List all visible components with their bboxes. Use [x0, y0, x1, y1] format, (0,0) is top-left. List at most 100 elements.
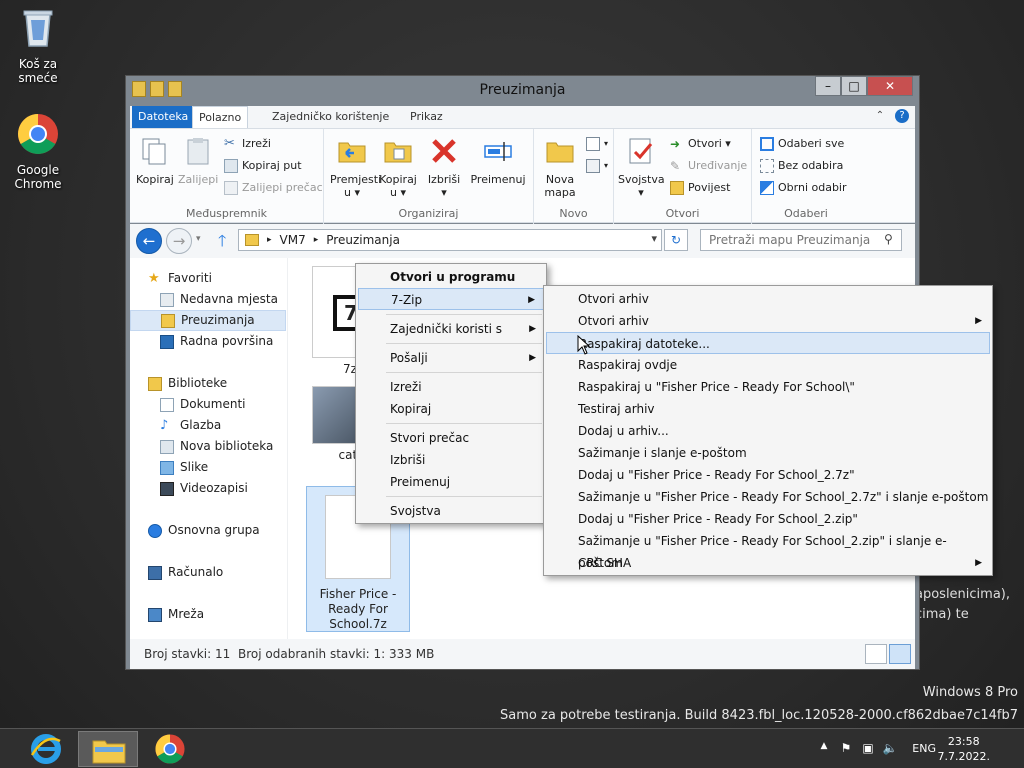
sidebar-item-homegroup[interactable]: Osnovna grupa — [130, 520, 286, 541]
recent-locations-dropdown[interactable]: ▾ — [196, 234, 201, 244]
select-all-button[interactable]: Odaberi sve — [760, 135, 844, 153]
move-to-button[interactable]: Premjesti u ▾ — [330, 135, 381, 199]
history-button[interactable]: Povijest — [670, 179, 730, 197]
menu-item-rename[interactable]: Preimenuj — [358, 471, 544, 493]
details-view-icon[interactable] — [865, 644, 887, 664]
paste-button[interactable]: Zalijepi — [178, 135, 218, 186]
menu-item-create-shortcut[interactable]: Stvori prečac — [358, 427, 544, 449]
breadcrumb-vm7[interactable]: VM7 — [280, 233, 306, 247]
easy-access-button[interactable]: ▾ — [586, 157, 608, 175]
volume-muted-icon[interactable]: 🔈 — [882, 741, 898, 757]
submenu-item-extract-here[interactable]: Raspakiraj ovdje — [546, 354, 990, 376]
submenu-item-open-archive-sub[interactable]: Otvori arhiv ▶ — [546, 310, 990, 332]
sidebar-item-downloads[interactable]: Preuzimanja — [130, 310, 286, 331]
submenu-item-crc-sha[interactable]: CRC SHA ▶ — [546, 552, 990, 574]
cut-button[interactable]: ✂ Izreži — [224, 135, 271, 153]
properties-button[interactable]: Svojstva ▾ — [618, 135, 665, 199]
network-status-icon[interactable]: ▣ — [860, 741, 876, 757]
group-label: Novo — [559, 207, 588, 220]
search-icon[interactable]: ⚲ — [884, 232, 893, 246]
close-button[interactable]: ✕ — [867, 76, 913, 96]
sidebar-item-libraries[interactable]: Biblioteke — [130, 373, 286, 394]
chevron-right-icon: ▶ — [529, 353, 536, 363]
tab-file[interactable]: Datoteka — [132, 106, 195, 128]
edit-button[interactable]: ✎ Uređivanje — [670, 157, 747, 175]
invert-selection-button[interactable]: Obrni odabir — [760, 179, 847, 197]
menu-item-share-with[interactable]: Zajednički koristi s ▶ — [358, 318, 544, 340]
submenu-item-add-to-7z[interactable]: Dodaj u "Fisher Price - Ready For School… — [546, 464, 990, 486]
taskbar-file-explorer[interactable] — [78, 731, 138, 767]
menu-item-open-with[interactable]: Otvori u programu — [358, 266, 544, 288]
chevron-down-icon[interactable]: ▾ — [651, 232, 657, 245]
language-indicator[interactable]: ENG — [912, 742, 936, 755]
delete-button[interactable]: Izbriši ▾ — [426, 135, 462, 199]
submenu-item-compress-email[interactable]: Sažimanje i slanje e-poštom — [546, 442, 990, 464]
taskbar-internet-explorer[interactable] — [16, 731, 76, 767]
copy-button[interactable]: Kopiraj — [136, 135, 174, 186]
menu-item-properties[interactable]: Svojstva — [358, 500, 544, 522]
forward-button[interactable]: → — [166, 228, 192, 254]
submenu-item-add-to-zip[interactable]: Dodaj u "Fisher Price - Ready For School… — [546, 508, 990, 530]
chevron-up-icon[interactable]: ▲ — [816, 741, 832, 757]
submenu-item-extract-to-folder[interactable]: Raspakiraj u "Fisher Price - Ready For S… — [546, 376, 990, 398]
menu-item-7zip[interactable]: 7-Zip ▶ — [358, 288, 544, 310]
submenu-item-compress-7z-email[interactable]: Sažimanje u "Fisher Price - Ready For Sc… — [546, 486, 990, 508]
submenu-item-extract-files[interactable]: Raspakiraj datoteke... — [546, 332, 990, 354]
library-icon — [160, 439, 174, 454]
refresh-button[interactable]: ↻ — [664, 229, 688, 251]
select-none-button[interactable]: Bez odabira — [760, 157, 843, 175]
properties-checkmark-icon — [629, 138, 653, 164]
sidebar-item-videos[interactable]: Videozapisi — [130, 478, 286, 499]
sidebar-item-documents[interactable]: Dokumenti — [130, 394, 286, 415]
sidebar-item-music[interactable]: ♪ Glazba — [130, 415, 286, 436]
large-icons-view-icon[interactable] — [889, 644, 911, 664]
sidebar-item-desktop[interactable]: Radna površina — [130, 331, 286, 352]
menu-item-send-to[interactable]: Pošalji ▶ — [358, 347, 544, 369]
arrow-up-icon: 🡑 — [218, 231, 227, 250]
maximize-button[interactable]: □ — [841, 76, 867, 96]
new-folder-button[interactable]: Nova mapa — [542, 135, 578, 199]
address-bar[interactable]: ▸ VM7 ▸ Preuzimanja ▾ — [238, 229, 662, 251]
submenu-item-test-archive[interactable]: Testiraj arhiv — [546, 398, 990, 420]
submenu-item-compress-zip-email[interactable]: Sažimanje u "Fisher Price - Ready For Sc… — [546, 530, 990, 570]
network-icon — [148, 607, 162, 622]
up-button[interactable]: 🡑 — [218, 230, 226, 257]
search-input[interactable] — [700, 229, 902, 251]
clock[interactable]: 23:58 7.7.2022. — [938, 734, 990, 764]
copy-to-button[interactable]: Kopiraj u ▾ — [378, 135, 418, 199]
window-title: Preuzimanja — [479, 82, 566, 98]
open-button[interactable]: ➜ Otvori ▾ — [670, 135, 731, 153]
title-bar[interactable]: Preuzimanja – □ ✕ — [126, 76, 919, 104]
desktop-icon-chrome[interactable]: Google Chrome — [0, 112, 76, 191]
help-icon[interactable]: ? — [895, 109, 909, 123]
submenu-item-open-archive[interactable]: Otvori arhiv — [546, 288, 990, 310]
new-item-button[interactable]: ▾ — [586, 135, 608, 153]
tab-share[interactable]: Zajedničko korištenje — [266, 106, 395, 128]
sidebar-item-new-library[interactable]: Nova biblioteka — [130, 436, 286, 457]
flag-alert-icon[interactable]: ⚑ — [838, 741, 854, 757]
taskbar-chrome[interactable] — [140, 731, 200, 767]
menu-item-cut[interactable]: Izreži — [358, 376, 544, 398]
menu-item-delete[interactable]: Izbriši — [358, 449, 544, 471]
desktop-icon-label: Koš za smeće — [18, 57, 58, 85]
rename-button[interactable]: Preimenuj — [470, 135, 526, 186]
sidebar-item-label: Preuzimanja — [181, 313, 255, 327]
back-button[interactable]: ← — [136, 228, 162, 254]
group-label: Odaberi — [784, 207, 828, 220]
minimize-button[interactable]: – — [815, 76, 841, 96]
chevron-up-icon[interactable]: ⌃ — [873, 109, 887, 123]
sidebar-item-recent[interactable]: Nedavna mjesta — [130, 289, 286, 310]
submenu-item-add-to-archive[interactable]: Dodaj u arhiv... — [546, 420, 990, 442]
tab-home[interactable]: Polazno — [192, 106, 249, 128]
desktop-icon-recycle-bin[interactable]: Koš za smeće — [0, 6, 76, 85]
paste-shortcut-button[interactable]: Zalijepi prečac — [224, 179, 323, 197]
tab-view[interactable]: Prikaz — [404, 106, 449, 128]
sidebar-item-computer[interactable]: Računalo — [130, 562, 286, 583]
breadcrumb-downloads[interactable]: Preuzimanja — [326, 233, 400, 247]
sidebar-item-pictures[interactable]: Slike — [130, 457, 286, 478]
sidebar-item-network[interactable]: Mreža — [130, 604, 286, 625]
menu-item-copy[interactable]: Kopiraj — [358, 398, 544, 420]
sidebar-item-favorites[interactable]: ★ Favoriti — [130, 268, 286, 289]
copy-path-button[interactable]: Kopiraj put — [224, 157, 302, 175]
dropdown-icon: ▾ — [604, 139, 609, 148]
